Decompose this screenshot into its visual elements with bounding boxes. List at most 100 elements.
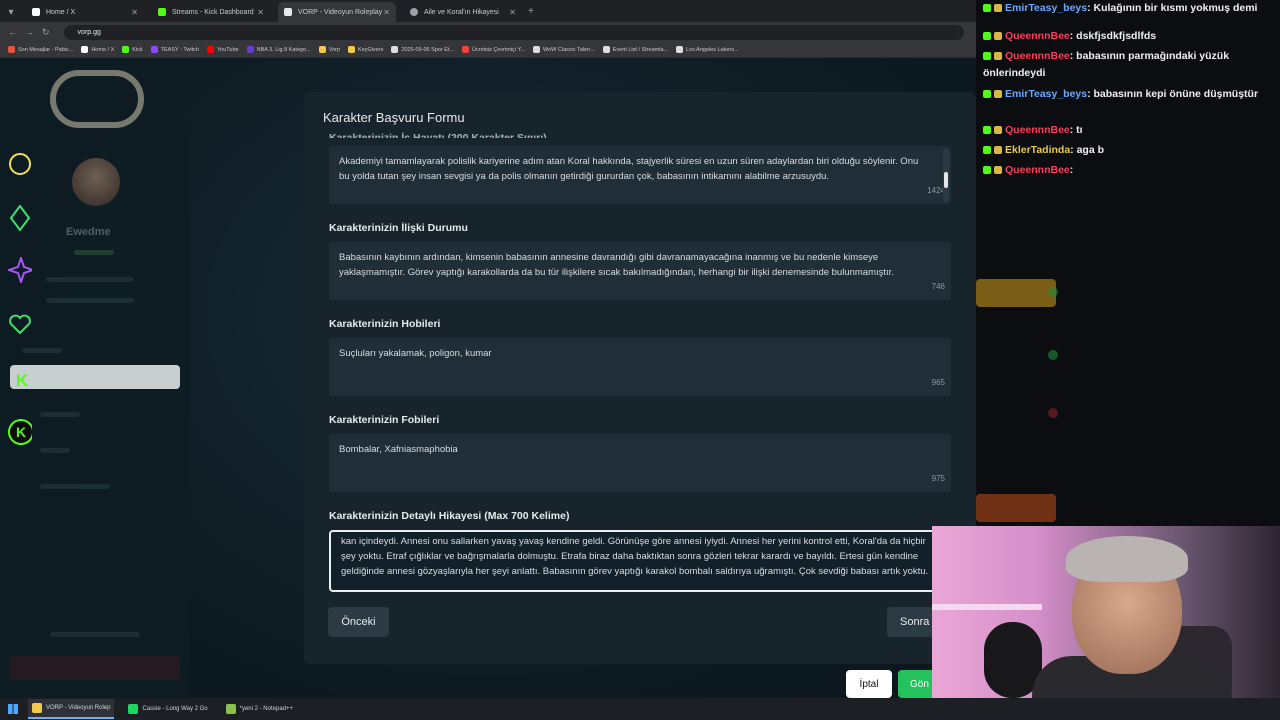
bookmark-favicon-icon: [391, 46, 399, 53]
bookmark-favicon-icon: [676, 46, 684, 53]
bookmark-item[interactable]: WoW Classic Talen...: [533, 46, 595, 53]
tab-vorp[interactable]: VORP - Videoyun Roleplay ✕: [278, 2, 396, 22]
reload-icon[interactable]: ↻: [42, 27, 50, 38]
tab-kick-dashboard[interactable]: Streams - Kick Dashboard ✕: [152, 2, 270, 22]
bookmark-item[interactable]: NBA 3. Lig 8 Katego...: [246, 46, 311, 53]
bookmark-item[interactable]: Kick: [122, 46, 143, 53]
bookmark-item[interactable]: Los Angeles Lakers...: [676, 46, 739, 53]
bookmark-item[interactable]: Son Mesajlar - Pabic...: [8, 46, 73, 53]
bookmark-favicon-icon: [246, 46, 254, 53]
kick-small-icon: K: [10, 368, 34, 392]
subscriber-badge-icon: [983, 32, 991, 40]
tab-search-icon[interactable]: ▾: [4, 4, 18, 22]
char-counter: 965: [931, 378, 945, 387]
tab-x-home[interactable]: Home / X ✕: [26, 2, 144, 22]
chat-message: QueennnBee: tı: [983, 122, 1273, 139]
tab-label: Streams - Kick Dashboard: [172, 8, 254, 16]
bookmark-favicon-icon: [122, 46, 130, 53]
bookmark-item[interactable]: Ücretsiz Çevrimiçi Y...: [462, 46, 525, 53]
phobias-textarea[interactable]: Bombalar, Xafniasmaphobia 975: [329, 434, 951, 492]
app-icon: [225, 704, 236, 714]
app-icon: [128, 704, 139, 714]
stat-line: [46, 277, 134, 282]
chat-message: EmirTeasy_beys: Kulağının bir kısmı yokm…: [983, 0, 1273, 17]
bookmark-label: Los Angeles Lakers...: [686, 46, 739, 53]
sidebar-item[interactable]: [40, 448, 70, 453]
sidebar-footer: [50, 632, 140, 637]
bookmark-item[interactable]: KeyGivers: [348, 46, 383, 53]
chat-username[interactable]: EmirTeasy_beys: [1005, 2, 1087, 14]
chat-message: QueennnBee: dskfjsdkfjsdlfds: [983, 28, 1273, 45]
tier-badge-icon: [994, 90, 1002, 98]
bookmark-item[interactable]: YouTube: [206, 46, 239, 53]
close-icon[interactable]: ✕: [131, 8, 138, 17]
textarea-scrollbar[interactable]: [943, 148, 949, 202]
close-icon[interactable]: ✕: [509, 8, 516, 17]
diamond-icon: [8, 205, 32, 231]
taskbar-app[interactable]: Cassie - Long Way 2 Go: [124, 699, 211, 719]
relationship-textarea[interactable]: Babasının kaybının ardından, kimsenin ba…: [329, 242, 951, 300]
chat-text: :: [1069, 164, 1074, 176]
sidebar-username: Ewedme: [66, 226, 111, 238]
taskbar-app[interactable]: VORP - Videoyun Rolep: [28, 699, 115, 719]
kick-favicon-icon: [158, 8, 166, 16]
bookmark-favicon-icon: [150, 46, 158, 53]
char-counter: 746: [931, 282, 945, 291]
sidebar-item[interactable]: [40, 484, 110, 489]
chat-username[interactable]: QueennnBee: [1005, 124, 1070, 136]
sidebar-item-active[interactable]: [10, 365, 180, 389]
inner-life-textarea[interactable]: Akademiyi tamamlayarak polislik kariyeri…: [329, 146, 951, 204]
chat-username[interactable]: EmirTeasy_beys: [1005, 88, 1087, 100]
streamer-hair: [1066, 536, 1188, 582]
taskbar: VORP - Videoyun Rolep Cassie - Long Way 2…: [0, 698, 1280, 720]
chat-message: EmirTeasy_beys: babasının kepi önüne düş…: [983, 86, 1273, 103]
chat-username[interactable]: QueennnBee: [1005, 30, 1070, 42]
bookmark-favicon-icon: [602, 46, 610, 53]
bookmark-item[interactable]: Event List / Streamla...: [602, 46, 669, 53]
bookmark-favicon-icon: [348, 46, 356, 53]
scroll-thumb[interactable]: [944, 172, 948, 188]
textarea-value: kan içindeydi. Annesi onu sallarken yava…: [341, 536, 929, 577]
chat-username[interactable]: QueennnBee: [1005, 50, 1070, 62]
subscriber-badge-icon: [983, 146, 991, 154]
tab-label: Aile ve Koral'ın Hikayesi: [424, 8, 499, 16]
svg-text:K: K: [16, 371, 29, 390]
heart-icon: [8, 312, 32, 336]
chat-username[interactable]: QueennnBee: [1005, 164, 1070, 176]
bookmark-label: KeyGivers: [358, 46, 384, 53]
tab-story[interactable]: Aile ve Koral'ın Hikayesi ✕: [404, 2, 522, 22]
bookmark-item[interactable]: Vorp: [318, 46, 340, 53]
detailed-story-textarea[interactable]: kan içindeydi. Annesi onu sallarken yava…: [329, 530, 951, 592]
bookmark-label: TEASY - Twitch: [160, 46, 199, 53]
bookmark-label: Event List / Streamla...: [612, 46, 669, 53]
back-icon[interactable]: ←: [8, 27, 17, 37]
sidebar-item[interactable]: [40, 412, 80, 417]
bookmark-label: Ücretsiz Çevrimiçi Y...: [472, 46, 525, 53]
bookmark-label: NBA 3. Lig 8 Katego...: [256, 46, 311, 53]
bookmark-label: Son Mesajlar - Pabic...: [18, 46, 74, 53]
forward-icon[interactable]: →: [25, 27, 34, 37]
url-input[interactable]: vorp.gg: [63, 24, 964, 40]
taskbar-app[interactable]: *yeni 2 - Notepad++: [222, 699, 297, 719]
bookmark-item[interactable]: TEASY - Twitch: [150, 46, 199, 53]
bookmark-item[interactable]: 2025-09-06 Spor Et...: [391, 46, 454, 53]
chat-text: : aga b: [1070, 144, 1105, 156]
chat-text: : dskfjsdkfjsdlfds: [1069, 30, 1157, 42]
stream-chat: EmirTeasy_beys: Kulağının bir kısmı yokm…: [976, 0, 1280, 526]
cancel-button[interactable]: İptal: [846, 670, 892, 698]
hobbies-textarea[interactable]: Suçluları yakalamak, poligon, kumar 965: [329, 338, 951, 396]
chat-username[interactable]: EklerTadinda: [1005, 144, 1070, 156]
close-icon[interactable]: ✕: [383, 8, 390, 17]
previous-button[interactable]: Önceki: [328, 607, 389, 637]
tier-badge-icon: [994, 4, 1002, 12]
relationship-label: Karakterinizin İlişki Durumu: [329, 222, 468, 234]
bookmark-label: YouTube: [216, 46, 239, 53]
bookmark-favicon-icon: [206, 46, 214, 53]
close-icon[interactable]: ✕: [257, 8, 264, 17]
logout-button[interactable]: [10, 656, 180, 680]
bookmarks-bar: Son Mesajlar - Pabic... Home / X Kick TEASY…: [0, 42, 976, 58]
svg-text:K: K: [16, 424, 26, 440]
new-tab-icon[interactable]: +: [528, 2, 534, 22]
windows-start-icon[interactable]: [8, 704, 18, 714]
bookmark-item[interactable]: Home / X: [81, 46, 114, 53]
